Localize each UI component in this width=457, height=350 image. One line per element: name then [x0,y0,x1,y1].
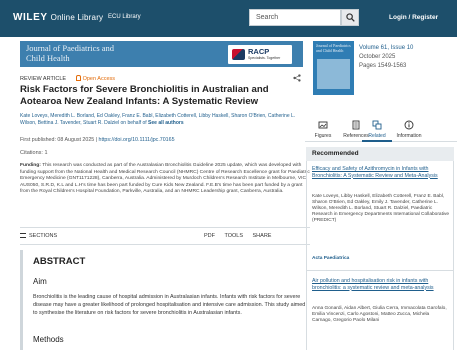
search-button[interactable] [341,9,359,26]
recommended-item-authors: Anna Gonardi, Aidan Albert, Giulia Cerra… [312,306,447,324]
issue-date: October 2025 [359,54,396,60]
recommended-heading: Recommended [306,147,454,161]
sections-icon [20,233,26,238]
related-icon [372,120,382,130]
divider [20,227,310,228]
aim-heading: Aim [33,277,47,286]
doi-link[interactable]: https://doi.org/10.1111/jpc.70165 [99,137,175,143]
tools-button[interactable]: TOOLS [224,233,243,239]
search-input[interactable]: Search [249,9,341,26]
open-access-badge: Open Access [75,75,115,82]
journal-cover[interactable]: Journal of Paediatrics and Child Health [313,41,354,95]
share-button[interactable]: SHARE [253,233,272,239]
methods-heading: Methods [33,335,64,344]
see-all-authors-link[interactable]: See all authors [148,120,184,126]
institution-label: ECU Library [108,14,141,20]
article-type: REVIEW ARTICLE [20,76,67,82]
funding-statement: Funding: This research was conducted as … [20,163,310,195]
article-tools: PDF TOOLS SHARE [204,233,279,239]
divider [306,270,454,271]
article-title: Risk Factors for Severe Bronchiolitis in… [20,84,269,107]
sections-button[interactable]: SECTIONS [20,233,57,239]
citations-count[interactable]: Citations: 1 [20,150,48,156]
pdf-button[interactable]: PDF [204,233,215,239]
tab-related[interactable]: Related [360,120,394,139]
recommended-item-title[interactable]: Efficacy and Safety of Azithromycin in I… [312,166,450,179]
search-icon [345,13,355,22]
racp-emblem-icon [232,49,245,60]
tab-information[interactable]: Information [392,120,426,139]
author-list[interactable]: Kate Loveys, Meredith L. Borland, Ed Oak… [20,113,310,128]
cover-image [317,59,350,89]
aim-text: Bronchiolitis is the leading cause of ho… [33,294,306,317]
journal-banner-title: Journal of Paediatrics and Child Health [26,43,115,63]
article-meta: REVIEW ARTICLE Open Access [20,75,115,82]
share-icon[interactable] [293,74,301,82]
recommended-item-authors: Kate Loveys, Libby Haskell, Elizabeth Co… [312,194,450,224]
pages: Pages 1549-1563 [359,63,407,69]
recommended-item-journal[interactable]: Acta Paediatrica [312,256,349,261]
abstract-heading: ABSTRACT [33,256,86,267]
open-access-icon [75,75,81,81]
volume-link[interactable]: Volume 61, Issue 10 [359,44,413,53]
login-register-link[interactable]: Login / Register [389,14,438,21]
figures-icon [318,121,328,129]
information-icon [404,120,414,130]
recommended-item-title[interactable]: Air pollution and hospitalisation risk i… [312,278,450,291]
publication-info: First published: 08 August 2025 | https:… [20,137,175,143]
site-header: WILEY Online Library ECU Library Search … [0,0,457,37]
racp-logo: RACP Specialists. Together [228,45,292,64]
journal-banner[interactable]: Journal of Paediatrics and Child Health … [20,41,303,67]
active-tab-indicator [362,140,392,142]
wiley-logo[interactable]: WILEY Online Library [13,12,103,23]
divider [20,244,310,245]
issue-info: Volume 61, Issue 10 October 2025 Pages 1… [359,44,413,71]
tab-figures[interactable]: Figures [306,120,340,139]
